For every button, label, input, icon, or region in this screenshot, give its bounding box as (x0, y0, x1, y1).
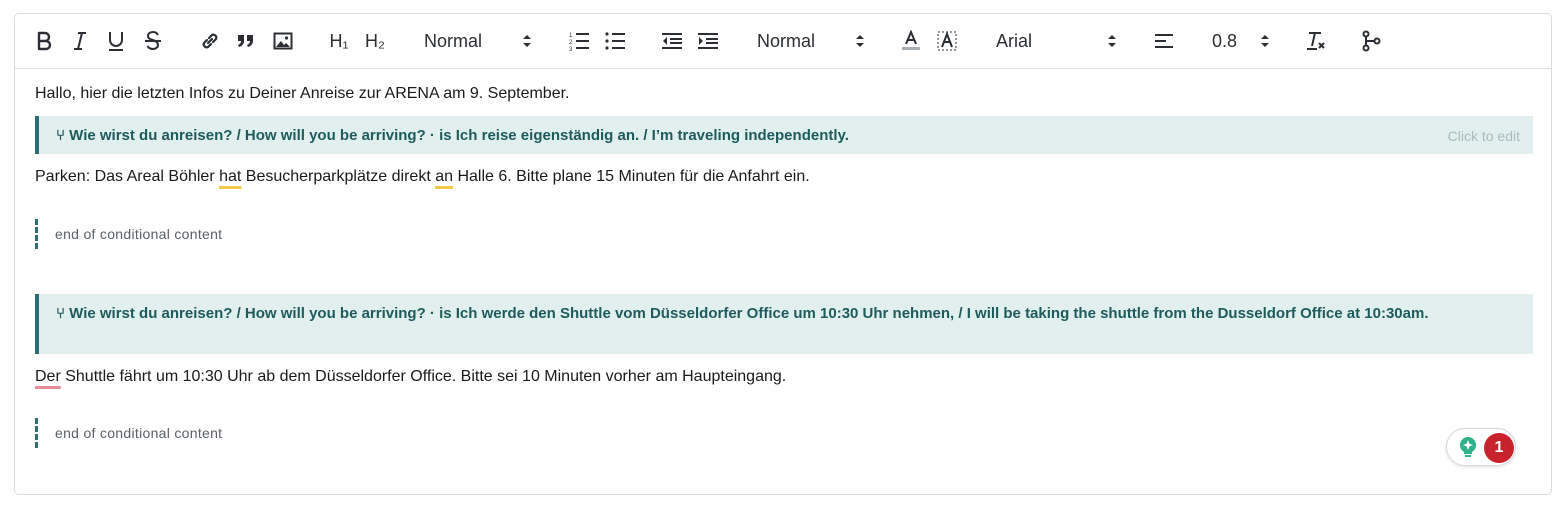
editor-content[interactable]: Hallo, hier die letzten Infos zu Deiner … (15, 69, 1551, 494)
end-of-conditional-label: end of conditional content (55, 425, 223, 441)
svg-text:2: 2 (569, 40, 573, 46)
rich-text-editor: H₁ H₂ Normal 123 Normal Arial 0.8 Hallo,… (14, 13, 1552, 495)
intro-paragraph: Hallo, hier die letzten Infos zu Deiner … (35, 85, 570, 102)
indent-icon (698, 33, 718, 49)
conditional-block-header[interactable]: ⑂ Wie wirst du anreisen? / How will you … (35, 294, 1533, 354)
block-format-value: Normal (424, 30, 483, 51)
strikethrough-icon (145, 30, 161, 51)
text-color-button[interactable] (899, 14, 923, 68)
italic-icon (74, 32, 86, 50)
editor-toolbar: H₁ H₂ Normal 123 Normal Arial 0.8 (15, 14, 1551, 69)
heading-2-button[interactable]: H₂ (362, 14, 388, 68)
ordered-list-button[interactable]: 123 (567, 14, 591, 68)
end-of-conditional-label: end of conditional content (55, 226, 223, 242)
bold-icon (37, 31, 52, 51)
parking-text: Halle 6. Bitte plane 15 Minuten für die … (453, 168, 810, 185)
font-size-value: Normal (757, 30, 816, 51)
italic-button[interactable] (69, 14, 91, 68)
image-button[interactable] (271, 14, 295, 68)
link-button[interactable] (198, 14, 222, 68)
outdent-button[interactable] (660, 14, 684, 68)
select-arrows-icon (856, 35, 864, 47)
strikethrough-button[interactable] (142, 14, 164, 68)
end-of-conditional-marker: end of conditional content (35, 418, 222, 448)
heading-2-label: H₂ (365, 30, 385, 51)
align-left-icon (1155, 34, 1173, 48)
condition-text: ⑂ Wie wirst du anreisen? / How will you … (56, 127, 849, 144)
heading-1-label: H₁ (329, 30, 349, 51)
font-family-select[interactable]: Arial (996, 14, 1117, 68)
parking-text: Parken: Das Areal Böhler (35, 168, 220, 185)
line-height-select[interactable]: 0.8 (1212, 14, 1270, 68)
align-button[interactable] (1152, 14, 1176, 68)
underline-icon (109, 32, 123, 51)
font-family-value: Arial (996, 30, 1033, 51)
text-color-icon (902, 30, 920, 50)
grammar-suggestion-word[interactable]: hat (219, 168, 241, 185)
clear-formatting-button[interactable] (1304, 14, 1328, 68)
block-format-select[interactable]: Normal (424, 14, 532, 68)
select-arrows-icon (1108, 35, 1116, 47)
conditional-content-button[interactable] (1359, 14, 1383, 68)
conditional-block-header[interactable]: ⑂ Wie wirst du anreisen? / How will you … (35, 116, 1533, 154)
link-icon (202, 33, 218, 49)
underline-button[interactable] (105, 14, 127, 68)
writing-assistant-badge[interactable]: 1 (1446, 428, 1516, 466)
quote-icon (238, 35, 253, 47)
line-height-value: 0.8 (1212, 30, 1238, 51)
clear-formatting-icon (1307, 32, 1325, 50)
lightbulb-icon (1460, 437, 1476, 457)
shuttle-text: Shuttle fährt um 10:30 Uhr ab dem Düssel… (60, 368, 787, 385)
issue-count-badge: 1 (1484, 433, 1514, 463)
heading-1-button[interactable]: H₁ (326, 14, 352, 68)
shuttle-paragraph: Der Shuttle fährt um 10:30 Uhr ab dem Dü… (35, 368, 786, 386)
font-size-select[interactable]: Normal (757, 14, 865, 68)
blockquote-button[interactable] (234, 14, 258, 68)
end-of-conditional-marker: end of conditional content (35, 219, 222, 249)
outdent-icon (662, 33, 682, 49)
parking-text: Besucherparkplätze direkt (241, 168, 436, 185)
bold-button[interactable] (33, 14, 55, 68)
spelling-error-word[interactable]: Der (35, 368, 61, 385)
image-icon (273, 32, 293, 50)
background-color-button[interactable] (935, 14, 959, 68)
select-arrows-icon (523, 35, 531, 47)
ordered-list-icon: 123 (569, 33, 589, 51)
click-to-edit-hint: Click to edit (1447, 128, 1520, 144)
indent-button[interactable] (696, 14, 720, 68)
svg-text:1: 1 (569, 33, 573, 39)
condition-text: ⑂ Wie wirst du anreisen? / How will you … (56, 305, 1429, 322)
branch-icon (1362, 30, 1381, 52)
background-color-icon (937, 31, 957, 51)
bullet-list-button[interactable] (603, 14, 627, 68)
svg-text:3: 3 (569, 47, 573, 51)
parking-paragraph: Parken: Das Areal Böhler hat Besucherpar… (35, 168, 810, 186)
select-arrows-icon (1261, 35, 1269, 47)
bullet-list-icon (605, 32, 625, 50)
grammar-suggestion-word[interactable]: an (435, 168, 453, 185)
